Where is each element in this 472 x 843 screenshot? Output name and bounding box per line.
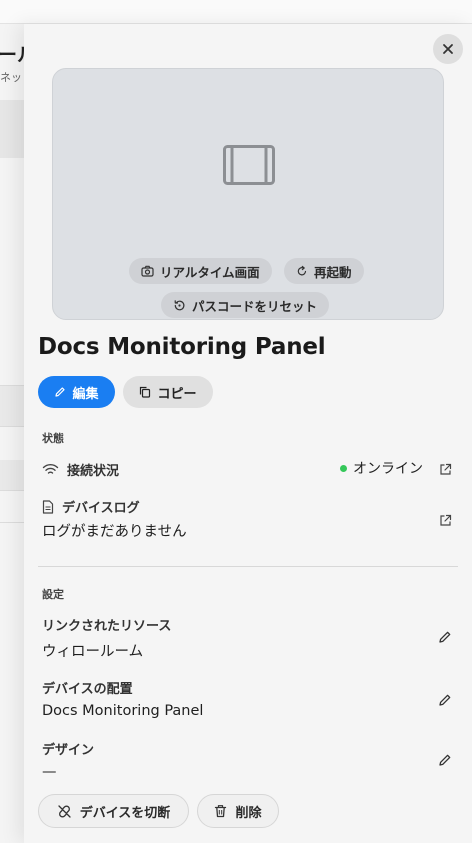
connection-status-text: 接続状況 xyxy=(67,464,120,479)
realtime-screen-label: リアルタイム画面 xyxy=(160,264,260,280)
close-icon xyxy=(443,44,453,54)
pencil-icon xyxy=(439,631,451,643)
pencil-icon xyxy=(439,694,451,706)
copy-label: コピー xyxy=(157,386,197,402)
reset-history-icon xyxy=(174,299,185,310)
document-icon xyxy=(42,499,54,514)
disconnect-device-label: デバイスを切断 xyxy=(79,805,171,821)
device-log-text: デバイスログ xyxy=(62,501,140,516)
connection-status-value: オンライン xyxy=(353,461,423,477)
design-label: デザイン xyxy=(42,743,95,758)
settings-section-label: 設定 xyxy=(42,588,64,601)
trash-icon xyxy=(215,805,227,818)
edit-placement-button[interactable] xyxy=(436,691,454,709)
section-divider xyxy=(38,566,458,567)
device-log-value: ログがまだありません xyxy=(42,524,187,540)
device-log-label: デバイスログ xyxy=(42,497,140,516)
edit-design-button[interactable] xyxy=(436,751,454,769)
edit-button[interactable]: 編集 xyxy=(38,376,115,408)
connection-status-label: 接続状況 xyxy=(42,460,119,479)
page-title: Docs Monitoring Panel xyxy=(38,334,326,360)
reset-passcode-label: パスコードをリセット xyxy=(192,298,318,314)
online-dot xyxy=(340,464,347,472)
close-button[interactable] xyxy=(433,34,463,64)
linked-resource-label: リンクされたリソース xyxy=(42,619,172,634)
open-log-link[interactable] xyxy=(436,511,454,529)
device-placement-value: Docs Monitoring Panel xyxy=(42,703,204,719)
restart-icon xyxy=(297,265,307,276)
device-detail-panel: リアルタイム画面 再起動 パスコードをリセット Docs Monitoring … xyxy=(24,24,472,843)
device-placement-label: デバイスの配置 xyxy=(42,682,133,697)
status-badge: オンライン xyxy=(340,458,423,478)
pencil-icon xyxy=(55,387,66,397)
delete-label: 削除 xyxy=(235,805,262,821)
edit-linked-resource-button[interactable] xyxy=(436,628,454,646)
restart-button[interactable]: 再起動 xyxy=(284,258,364,284)
disconnect-device-button[interactable]: デバイスを切断 xyxy=(38,794,189,828)
external-link-icon xyxy=(439,514,451,526)
design-value: — xyxy=(42,764,57,780)
external-link-icon xyxy=(439,463,451,475)
screen-icon xyxy=(223,145,275,185)
device-preview: リアルタイム画面 再起動 パスコードをリセット xyxy=(52,68,444,320)
open-connection-link[interactable] xyxy=(436,460,454,478)
edit-label: 編集 xyxy=(72,386,99,402)
status-section-label: 状態 xyxy=(42,432,64,445)
delete-button[interactable]: 削除 xyxy=(197,794,279,828)
background-topbar xyxy=(0,0,472,24)
linked-resource-value: ウィロールーム xyxy=(42,644,144,660)
pencil-icon xyxy=(439,754,451,766)
copy-icon xyxy=(140,386,151,398)
unlink-icon xyxy=(58,804,71,818)
camera-icon xyxy=(141,265,154,277)
copy-button[interactable]: コピー xyxy=(123,376,213,408)
wifi-icon xyxy=(42,463,59,474)
restart-label: 再起動 xyxy=(314,264,352,280)
background-subtitle: ネッ xyxy=(0,71,22,84)
reset-passcode-button[interactable]: パスコードをリセット xyxy=(161,292,330,318)
realtime-screen-button[interactable]: リアルタイム画面 xyxy=(129,258,272,284)
